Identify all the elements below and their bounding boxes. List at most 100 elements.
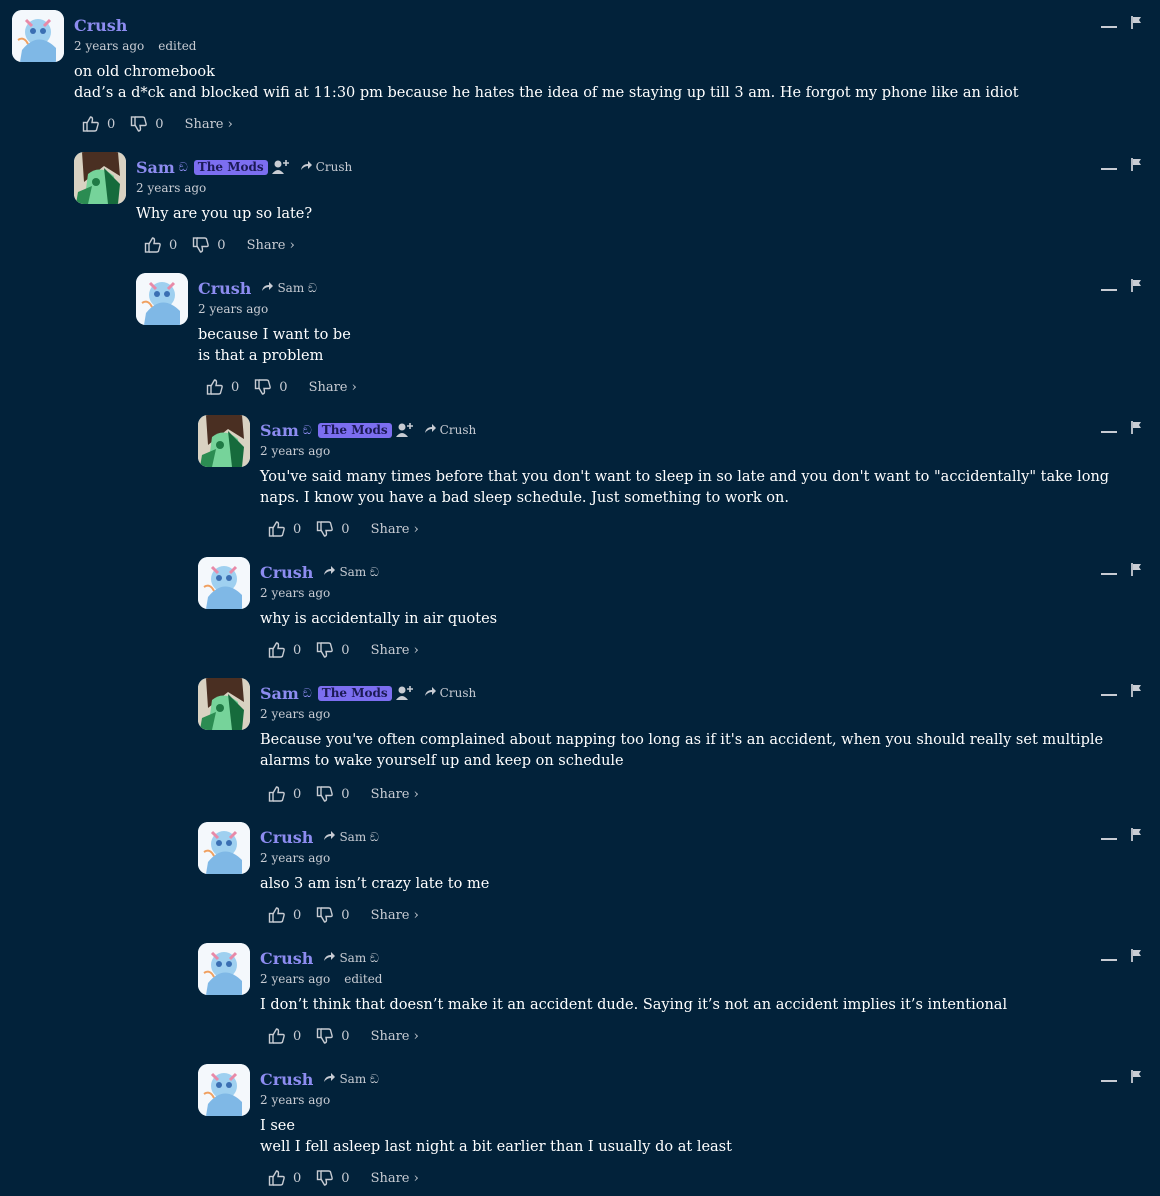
- reply-to-link[interactable]: Crush: [424, 686, 476, 700]
- thumbs-up-icon[interactable]: [268, 906, 286, 924]
- comment-actions: 0 0 Share ›: [206, 378, 357, 396]
- like-count: 0: [169, 237, 178, 253]
- thumbs-up-icon[interactable]: [268, 785, 286, 803]
- crush-avatar[interactable]: [198, 557, 250, 609]
- share-button[interactable]: Share ›: [371, 787, 419, 802]
- reply-to-link[interactable]: Sam ඞ: [323, 1072, 379, 1087]
- sam-avatar[interactable]: [198, 678, 250, 730]
- collapse-button[interactable]: [1101, 289, 1117, 291]
- flag-icon[interactable]: [1131, 419, 1142, 438]
- like-count: 0: [293, 907, 302, 923]
- author-name[interactable]: Crush: [260, 828, 313, 847]
- comment-body: because I want to be is that a problem: [198, 325, 1060, 367]
- thumbs-up-icon[interactable]: [82, 115, 100, 133]
- author-name[interactable]: Sam: [260, 421, 299, 440]
- sam-avatar[interactable]: [74, 152, 126, 204]
- comment-text: because I want to be: [198, 327, 351, 343]
- reply-to-link[interactable]: Sam ඞ: [323, 830, 379, 845]
- timestamp: 2 years ago: [74, 39, 145, 53]
- share-button[interactable]: Share ›: [371, 1171, 419, 1186]
- flag-icon[interactable]: [1131, 947, 1142, 966]
- share-button[interactable]: Share ›: [371, 908, 419, 923]
- like-count: 0: [293, 1028, 302, 1044]
- thumbs-down-icon[interactable]: [192, 236, 210, 254]
- author-name[interactable]: Crush: [260, 1070, 313, 1089]
- thumbs-up-icon[interactable]: [206, 378, 224, 396]
- reply-to-link[interactable]: Crush: [424, 423, 477, 437]
- thumbs-up-icon[interactable]: [268, 641, 286, 659]
- comment-meta: 2 years ago: [198, 302, 268, 316]
- follow-user-icon[interactable]: [395, 422, 414, 438]
- flag-icon[interactable]: [1131, 1068, 1142, 1087]
- edited-label: edited: [158, 39, 197, 53]
- crush-avatar[interactable]: [198, 1064, 250, 1116]
- author-name[interactable]: Crush: [198, 279, 251, 298]
- thumbs-down-icon[interactable]: [316, 785, 334, 803]
- comment-header: Sam ඞ The Mods Crush: [136, 155, 352, 179]
- share-button[interactable]: Share ›: [309, 380, 357, 395]
- thumbs-down-icon[interactable]: [316, 641, 334, 659]
- dislike-count: 0: [341, 907, 350, 923]
- crush-avatar[interactable]: [12, 10, 64, 62]
- thumbs-down-icon[interactable]: [316, 1027, 334, 1045]
- reply-arrow-icon: [424, 423, 440, 437]
- comment-controls: [1101, 1068, 1142, 1087]
- thumbs-down-icon[interactable]: [316, 1169, 334, 1187]
- comment-meta: 2 years ago: [260, 851, 330, 865]
- timestamp: 2 years ago: [198, 302, 269, 316]
- thumbs-down-icon[interactable]: [316, 906, 334, 924]
- comment-controls: [1101, 826, 1142, 845]
- thumbs-up-icon[interactable]: [144, 236, 162, 254]
- crush-avatar[interactable]: [198, 822, 250, 874]
- thumbs-up-icon[interactable]: [268, 1027, 286, 1045]
- author-name[interactable]: Sam: [136, 158, 175, 177]
- comment-body: You've said many times before that you d…: [260, 467, 1138, 509]
- role-badge: The Mods: [193, 159, 268, 175]
- flag-icon[interactable]: [1131, 14, 1142, 33]
- author-name[interactable]: Crush: [260, 563, 313, 582]
- collapse-button[interactable]: [1101, 431, 1117, 433]
- comment-body: I see well I fell asleep last night a bit…: [260, 1116, 1060, 1158]
- flag-icon[interactable]: [1131, 277, 1142, 296]
- thumbs-up-icon[interactable]: [268, 520, 286, 538]
- thumbs-down-icon[interactable]: [316, 520, 334, 538]
- collapse-button[interactable]: [1101, 838, 1117, 840]
- collapse-button[interactable]: [1101, 168, 1117, 170]
- crush-avatar[interactable]: [198, 943, 250, 995]
- collapse-button[interactable]: [1101, 1080, 1117, 1082]
- reply-to-link[interactable]: Sam ඞ: [261, 281, 317, 296]
- reply-to-name: Crush: [439, 423, 477, 437]
- share-button[interactable]: Share ›: [371, 1029, 419, 1044]
- collapse-button[interactable]: [1101, 694, 1117, 696]
- share-button[interactable]: Share ›: [371, 643, 419, 658]
- author-name[interactable]: Crush: [260, 949, 313, 968]
- reply-to-link[interactable]: Crush: [300, 160, 352, 174]
- share-button[interactable]: Share ›: [185, 117, 233, 132]
- reply-to-link[interactable]: Sam ඞ: [323, 951, 379, 966]
- author-name[interactable]: Crush: [74, 16, 127, 35]
- thumbs-down-icon[interactable]: [130, 115, 148, 133]
- author-name[interactable]: Sam: [260, 684, 299, 703]
- flag-icon[interactable]: [1131, 682, 1142, 701]
- comment-controls: [1101, 14, 1142, 33]
- sam-avatar[interactable]: [198, 415, 250, 467]
- flag-icon[interactable]: [1131, 561, 1142, 580]
- follow-user-icon[interactable]: [395, 685, 414, 701]
- crush-avatar[interactable]: [136, 273, 188, 325]
- share-button[interactable]: Share ›: [247, 238, 295, 253]
- reply-to-link[interactable]: Sam ඞ: [323, 565, 379, 580]
- collapse-button[interactable]: [1101, 573, 1117, 575]
- thumbs-up-icon[interactable]: [268, 1169, 286, 1187]
- timestamp: 2 years ago: [260, 444, 331, 458]
- collapse-button[interactable]: [1101, 26, 1117, 28]
- dislike-count: 0: [341, 521, 350, 537]
- flag-icon[interactable]: [1131, 826, 1142, 845]
- follow-user-icon[interactable]: [271, 159, 290, 175]
- flag-icon[interactable]: [1131, 156, 1142, 175]
- collapse-button[interactable]: [1101, 959, 1117, 961]
- dislike-count: 0: [341, 786, 350, 802]
- reply-arrow-icon: [323, 830, 339, 844]
- share-button[interactable]: Share ›: [371, 522, 419, 537]
- like-count: 0: [231, 379, 240, 395]
- thumbs-down-icon[interactable]: [254, 378, 272, 396]
